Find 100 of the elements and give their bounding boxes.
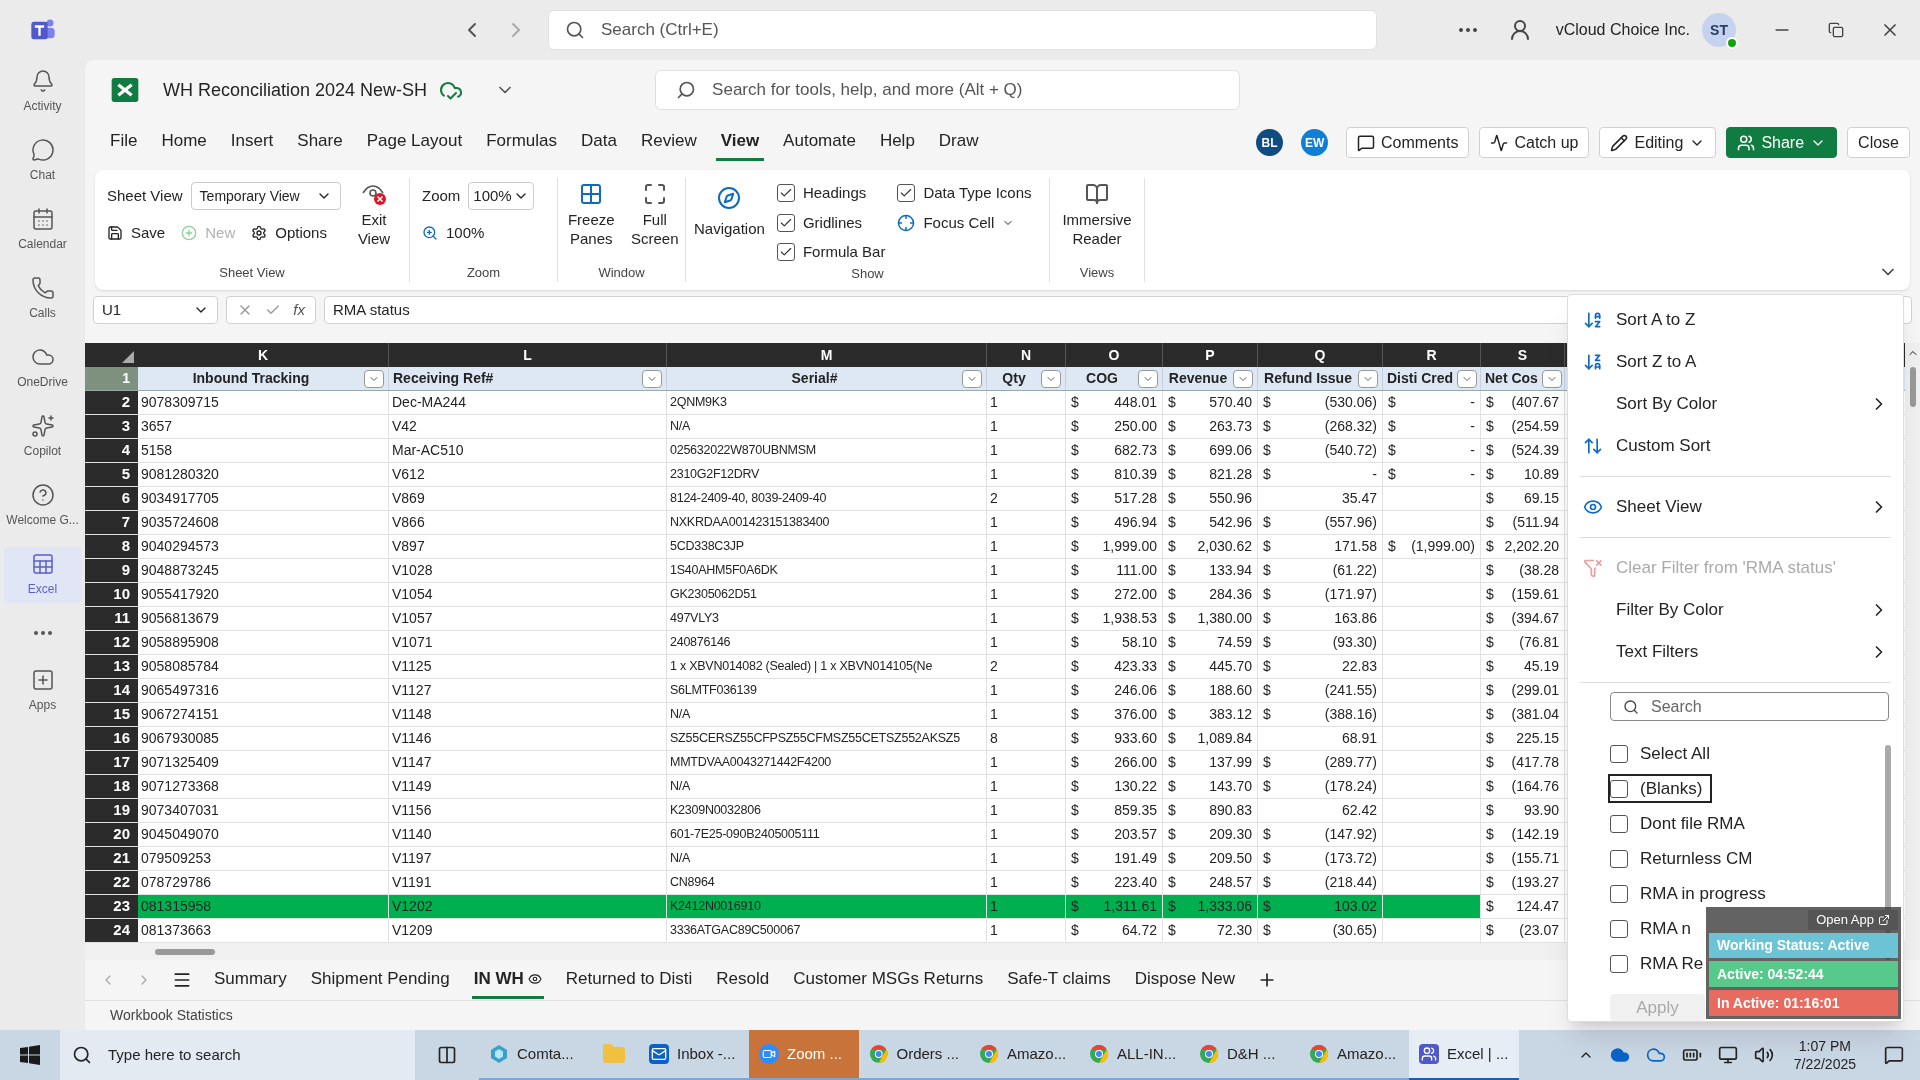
rail-item[interactable]: Chat — [3, 133, 82, 189]
row-header[interactable]: 17 — [85, 751, 138, 774]
rail-item[interactable]: Calendar — [3, 202, 82, 258]
immersive-reader-button[interactable]: Immersive Reader — [1050, 178, 1144, 263]
rail-item[interactable]: Excel — [3, 547, 82, 603]
filter-dropdown-button[interactable] — [642, 369, 662, 388]
menu-tab[interactable]: View — [715, 124, 765, 161]
task-view-icon[interactable] — [437, 1045, 457, 1065]
focus-cell-button[interactable]: Focus Cell — [897, 211, 1032, 234]
checkbox[interactable] — [1610, 779, 1628, 798]
menu-item[interactable]: Sheet View — [1578, 486, 1893, 528]
menu-tab[interactable]: Draw — [933, 124, 984, 161]
comments-button[interactable]: Comments — [1346, 127, 1470, 158]
row-header[interactable]: 6 — [85, 487, 138, 510]
menu-item[interactable]: Sort Z to A — [1578, 341, 1893, 383]
share-button[interactable]: Share — [1726, 127, 1838, 158]
taskbar-app[interactable]: ALL-IN... — [1079, 1030, 1189, 1080]
checkbox[interactable] — [776, 213, 795, 232]
row-header[interactable]: 4 — [85, 439, 138, 462]
filter-dropdown-button[interactable] — [1041, 369, 1061, 388]
checkbox[interactable] — [897, 184, 916, 203]
windows-logo-icon[interactable] — [20, 1045, 40, 1065]
name-box[interactable]: U1 — [93, 296, 218, 324]
sheet-tab[interactable]: IN WH — [471, 961, 544, 999]
checkbox[interactable] — [776, 243, 795, 262]
menu-item[interactable]: Sort By Color — [1578, 383, 1893, 425]
row-header[interactable]: 15 — [85, 703, 138, 726]
options-button[interactable]: Options — [251, 222, 327, 245]
menu-tab[interactable]: Automate — [778, 124, 861, 161]
row-header[interactable]: 8 — [85, 535, 138, 558]
catchup-button[interactable]: Catch up — [1479, 127, 1590, 158]
volume-icon[interactable] — [1753, 1045, 1774, 1065]
navigation-button[interactable]: Navigation — [694, 182, 765, 264]
search-field[interactable]: Search — [1610, 692, 1889, 721]
menu-item[interactable]: Text Filters — [1578, 631, 1893, 673]
checkbox[interactable] — [1610, 849, 1628, 868]
row-header[interactable]: 23 — [85, 895, 138, 918]
cloud-icon[interactable] — [1645, 1045, 1666, 1065]
rail-item[interactable]: Copilot — [3, 409, 82, 465]
row-header[interactable]: 12 — [85, 631, 138, 654]
row-header[interactable]: 19 — [85, 799, 138, 822]
sheet-view-dropdown[interactable]: Temporary View — [190, 182, 341, 210]
user-avatar[interactable]: ST — [1702, 13, 1736, 47]
taskbar-app[interactable]: Orders ... — [859, 1030, 969, 1080]
checkbox[interactable] — [1610, 884, 1628, 903]
row-header[interactable]: 10 — [85, 583, 138, 606]
row-header[interactable]: 21 — [85, 847, 138, 870]
search-field[interactable]: Search for tools, help, and more (Alt + Q) — [655, 70, 1241, 110]
menu-tab[interactable]: Page Layout — [361, 124, 468, 161]
checkbox[interactable] — [1610, 744, 1628, 763]
menu-tab[interactable]: File — [105, 124, 143, 161]
clock[interactable]: 1:07 PM 7/22/2025 — [1793, 1037, 1856, 1073]
filter-dropdown-button[interactable] — [1457, 369, 1478, 388]
editing-button[interactable]: Editing — [1599, 127, 1717, 158]
rail-item[interactable]: OneDrive — [3, 340, 82, 396]
display-icon[interactable] — [1717, 1045, 1738, 1065]
menu-tab[interactable]: Insert — [225, 124, 279, 161]
taskbar-app[interactable]: D&H ... — [1189, 1030, 1299, 1080]
row-header[interactable]: 20 — [85, 823, 138, 846]
open-app-button[interactable]: Open App — [1808, 910, 1898, 930]
row-header[interactable]: 9 — [85, 559, 138, 582]
freeze-panes-button[interactable]: Freeze Panes — [563, 182, 620, 263]
row-header[interactable]: 11 — [85, 607, 138, 630]
menu-item[interactable]: Filter By Color — [1578, 589, 1893, 631]
sheet-tab[interactable]: Dispose New — [1132, 961, 1237, 999]
select-all-corner[interactable] — [122, 351, 134, 363]
function-button[interactable]: fx — [293, 298, 305, 322]
sheet-tab[interactable]: Returned to Disti — [563, 961, 695, 999]
row-header[interactable]: 5 — [85, 463, 138, 486]
menu-tab[interactable]: Review — [635, 124, 702, 161]
sheet-tab[interactable]: Summary — [212, 961, 289, 999]
zoom-dropdown[interactable]: 100% — [468, 182, 535, 210]
cloud-icon[interactable] — [1609, 1045, 1630, 1065]
menu-tab[interactable]: Help — [874, 124, 920, 161]
row-header[interactable]: 14 — [85, 679, 138, 702]
menu-tab[interactable]: Home — [156, 124, 212, 161]
zoom-reset-button[interactable]: 100% — [422, 222, 557, 245]
row-header[interactable]: 2 — [85, 391, 138, 414]
menu-tab[interactable]: Share — [292, 124, 348, 161]
sheet-tab[interactable]: Customer MSGs Returns — [791, 961, 986, 999]
taskbar-app[interactable]: Comta... — [479, 1030, 589, 1080]
taskbar-app[interactable]: Amazo... — [969, 1030, 1079, 1080]
filter-dropdown-button[interactable] — [1233, 369, 1253, 388]
search-field[interactable]: Search (Ctrl+E) — [548, 10, 1377, 50]
checkbox[interactable] — [1610, 814, 1628, 833]
row-header[interactable]: 24 — [85, 919, 138, 942]
save-button[interactable]: Save — [107, 222, 166, 245]
taskbar-search-field[interactable]: Type here to search — [60, 1030, 415, 1080]
rail-item[interactable]: Apps — [3, 663, 82, 719]
filter-dropdown-button[interactable] — [1358, 369, 1378, 388]
menu-tab[interactable]: Formulas — [481, 124, 562, 161]
rail-item[interactable]: Calls — [3, 271, 82, 327]
full-screen-button[interactable]: Full Screen — [629, 182, 680, 263]
scrollbar-thumb[interactable] — [1909, 367, 1916, 407]
sheet-tab[interactable]: Safe-T claims — [1005, 961, 1113, 999]
collaborator-avatar[interactable]: BL — [1256, 129, 1284, 156]
sheet-tab[interactable]: Shipment Pending — [308, 961, 452, 999]
rail-item[interactable]: Welcome G... — [3, 478, 82, 534]
restore-icon[interactable] — [1828, 22, 1844, 38]
filter-dropdown-button[interactable] — [364, 369, 384, 388]
